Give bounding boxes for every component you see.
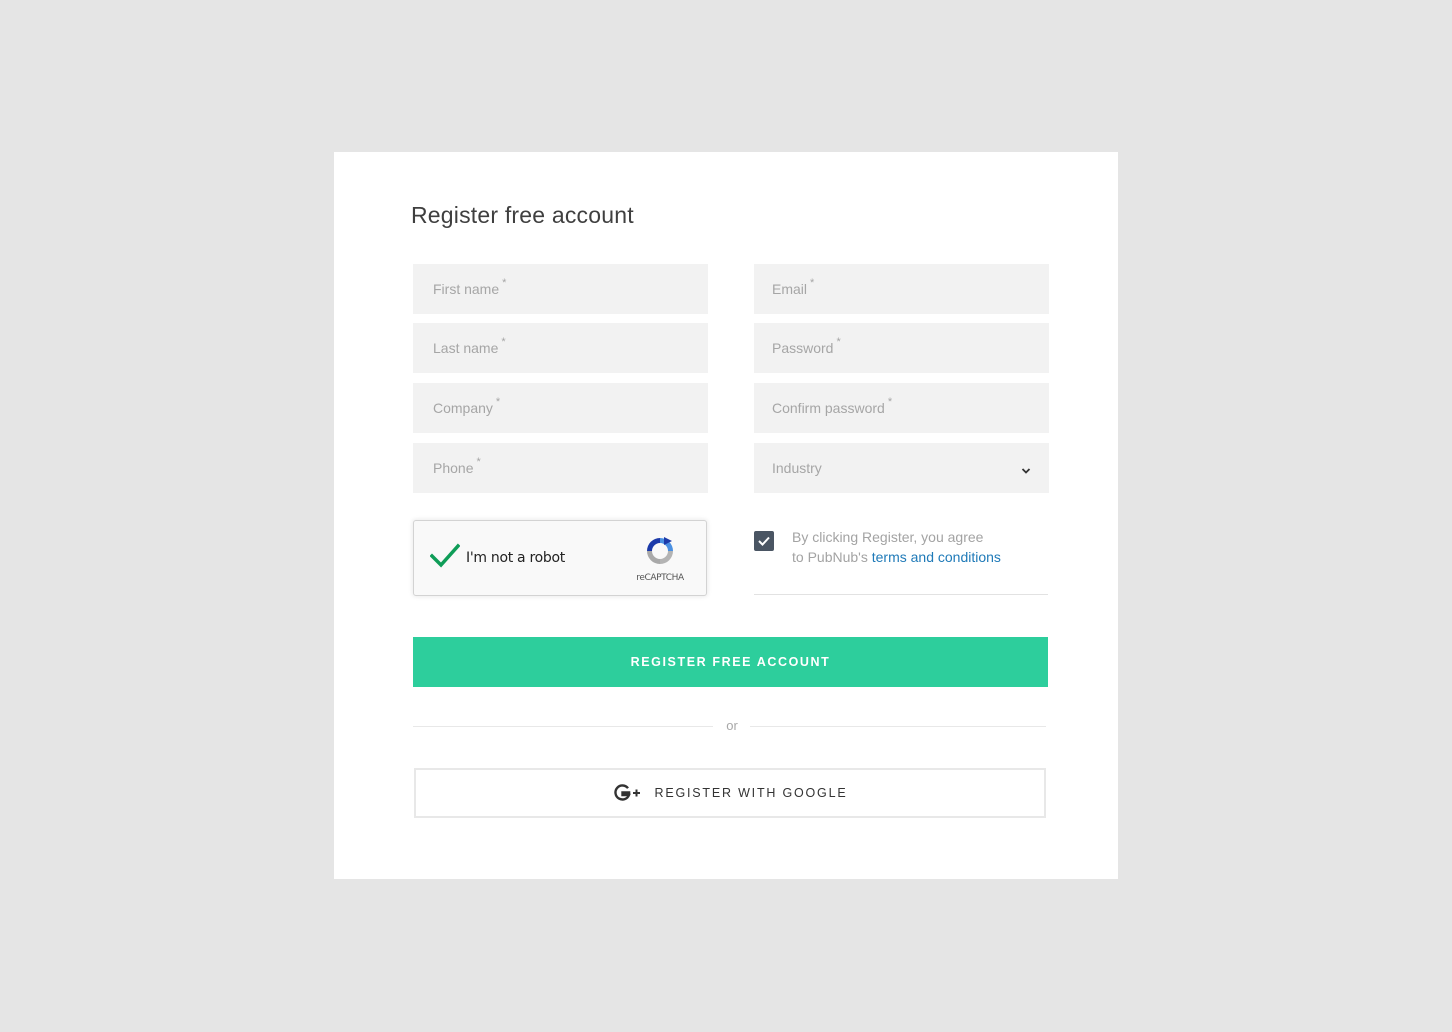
company-placeholder: Company: [433, 400, 493, 416]
checkbox-check-icon: [758, 536, 770, 546]
checkmark-icon[interactable]: [429, 543, 461, 574]
required-marker: *: [810, 277, 815, 289]
password-field[interactable]: Password *: [754, 323, 1049, 373]
terms-checkbox[interactable]: [754, 531, 774, 551]
email-placeholder: Email: [772, 281, 808, 297]
register-button[interactable]: REGISTER FREE ACCOUNT: [413, 637, 1048, 687]
last-name-field[interactable]: Last name *: [413, 323, 708, 373]
google-button-label: REGISTER WITH GOOGLE: [654, 786, 848, 800]
register-card: Register free account First name * Last …: [334, 152, 1118, 879]
required-marker: *: [502, 277, 507, 289]
or-divider-right: [750, 726, 1046, 727]
google-plus-icon: [613, 784, 641, 802]
phone-field[interactable]: Phone *: [413, 443, 708, 493]
page-title: Register free account: [411, 202, 634, 228]
password-placeholder: Password: [772, 340, 834, 356]
company-field[interactable]: Company *: [413, 383, 708, 433]
confirm-password-placeholder: Confirm password: [772, 400, 885, 416]
terms-line-2: to PubNub's terms and conditions: [792, 547, 1001, 567]
required-marker: *: [836, 336, 841, 348]
required-marker: *: [476, 456, 481, 468]
phone-placeholder: Phone: [433, 460, 474, 476]
required-marker: *: [495, 396, 501, 408]
industry-select[interactable]: Industry: [754, 443, 1049, 493]
recaptcha-icon: [644, 535, 676, 572]
recaptcha-label: I'm not a robot: [466, 550, 565, 566]
last-name-placeholder: Last name: [433, 340, 499, 356]
email-field[interactable]: Email *: [754, 264, 1049, 314]
required-marker: *: [887, 396, 893, 408]
recaptcha-brand: reCAPTCHA: [636, 573, 684, 583]
or-label: or: [726, 718, 738, 733]
or-divider-left: [413, 726, 713, 727]
register-with-google-button[interactable]: REGISTER WITH GOOGLE: [414, 768, 1046, 818]
required-marker: *: [501, 336, 506, 348]
terms-text: By clicking Register, you agree to PubNu…: [792, 527, 1001, 567]
first-name-placeholder: First name: [433, 281, 500, 297]
terms-link[interactable]: terms and conditions: [872, 549, 1001, 565]
chevron-down-icon: [1021, 463, 1031, 474]
terms-line-1: By clicking Register, you agree: [792, 529, 984, 545]
recaptcha-widget: I'm not a robot reCAPTCHA: [413, 520, 707, 596]
first-name-field[interactable]: First name *: [413, 264, 708, 314]
terms-line-2-prefix: to PubNub's: [792, 549, 872, 565]
confirm-password-field[interactable]: Confirm password *: [754, 383, 1049, 433]
terms-divider: [754, 594, 1048, 595]
industry-selected-value: Industry: [772, 460, 822, 476]
